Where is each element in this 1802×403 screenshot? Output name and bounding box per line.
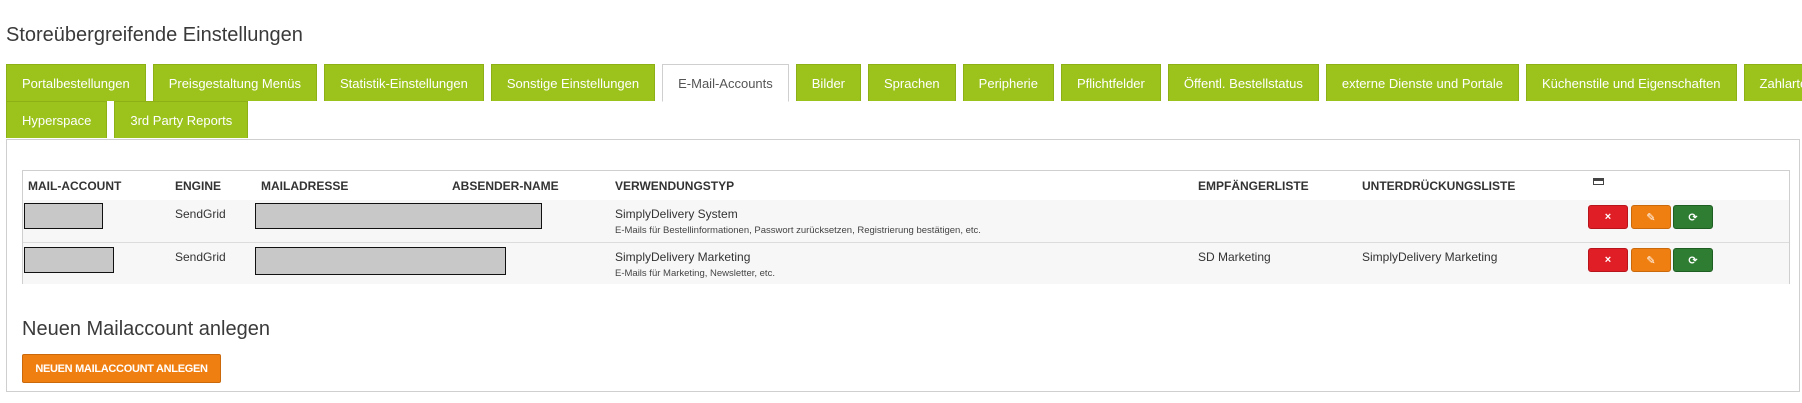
tab-sonstige-einstellungen[interactable]: Sonstige Einstellungen: [490, 64, 656, 101]
col-mail-account: MAIL-ACCOUNT: [28, 179, 122, 193]
mail-account-redacted: [24, 247, 114, 273]
mailadresse-redacted: [255, 203, 542, 229]
settings-tabs: Portalbestellungen Preisgestaltung Menüs…: [6, 64, 1802, 139]
create-section-title: Neuen Mailaccount anlegen: [22, 318, 270, 340]
refresh-icon: ⟳: [1688, 211, 1698, 224]
usage-description: E-Mails für Bestellinformationen, Passwo…: [615, 225, 981, 236]
tab-zahlarten[interactable]: Zahlarten: [1743, 64, 1802, 101]
tab-3rd-party-reports[interactable]: 3rd Party Reports: [114, 101, 249, 138]
tab-row-2: Hyperspace 3rd Party Reports: [6, 101, 1786, 139]
tab-hyperspace[interactable]: Hyperspace: [6, 101, 108, 138]
tab-email-accounts[interactable]: E-Mail-Accounts: [662, 64, 789, 102]
close-icon: ×: [1604, 211, 1612, 223]
col-engine: ENGINE: [175, 179, 222, 193]
engine-value: SendGrid: [175, 250, 226, 264]
tab-externe-dienste[interactable]: externe Dienste und Portale: [1325, 64, 1520, 101]
email-accounts-panel: MAIL-ACCOUNT ENGINE MAILADRESSE ABSENDER…: [6, 139, 1800, 392]
delete-button[interactable]: ×: [1588, 205, 1628, 229]
usage-description: E-Mails für Marketing, Newsletter, etc.: [615, 268, 775, 279]
usage-cell: SimplyDelivery System E-Mails für Bestel…: [615, 207, 981, 236]
recipients-value: SD Marketing: [1198, 250, 1271, 264]
table-header: MAIL-ACCOUNT ENGINE MAILADRESSE ABSENDER…: [23, 171, 1789, 201]
col-empfaengerliste: EMPFÄNGERLISTE: [1198, 179, 1309, 193]
refresh-icon: ⟳: [1688, 254, 1698, 267]
tab-row-1: Portalbestellungen Preisgestaltung Menüs…: [6, 64, 1802, 102]
engine-value: SendGrid: [175, 207, 226, 221]
tab-sprachen[interactable]: Sprachen: [868, 64, 956, 101]
usage-cell: SimplyDelivery Marketing E-Mails für Mar…: [615, 250, 775, 279]
usage-title: SimplyDelivery Marketing: [615, 250, 751, 264]
col-absender-name: ABSENDER-NAME: [452, 179, 559, 193]
table-row: SendGrid SimplyDelivery Marketing E-Mail…: [23, 243, 1789, 284]
tab-peripherie[interactable]: Peripherie: [962, 64, 1054, 101]
edit-button[interactable]: ✎: [1631, 205, 1671, 229]
suppression-value: SimplyDelivery Marketing: [1362, 250, 1498, 264]
table-row: SendGrid SimplyDelivery System E-Mails f…: [23, 200, 1789, 243]
select-all-icon[interactable]: [1593, 178, 1604, 185]
edit-button[interactable]: ✎: [1631, 248, 1671, 272]
mail-accounts-table: MAIL-ACCOUNT ENGINE MAILADRESSE ABSENDER…: [22, 170, 1790, 284]
tab-kuechenstile[interactable]: Küchenstile und Eigenschaften: [1526, 64, 1737, 101]
tab-statistik-einstellungen[interactable]: Statistik-Einstellungen: [323, 64, 484, 101]
tab-pflichtfelder[interactable]: Pflichtfelder: [1060, 64, 1161, 101]
tab-bestellstatus[interactable]: Öffentl. Bestellstatus: [1167, 64, 1319, 101]
tab-bilder[interactable]: Bilder: [795, 64, 862, 101]
col-verwendungstyp: VERWENDUNGSTYP: [615, 179, 735, 193]
page-title: Storeübergreifende Einstellungen: [6, 24, 303, 47]
col-mailadresse: MAILADRESSE: [261, 179, 349, 193]
close-icon: ×: [1604, 254, 1612, 266]
col-unterdrueckungsliste: UNTERDRÜCKUNGSLISTE: [1362, 179, 1516, 193]
pencil-icon: ✎: [1646, 254, 1656, 267]
mail-account-redacted: [24, 203, 103, 229]
pencil-icon: ✎: [1646, 211, 1656, 224]
mailadresse-redacted: [255, 247, 506, 275]
sync-button[interactable]: ⟳: [1673, 205, 1713, 229]
tab-portalbestellungen[interactable]: Portalbestellungen: [6, 64, 146, 101]
delete-button[interactable]: ×: [1588, 248, 1628, 272]
usage-title: SimplyDelivery System: [615, 207, 738, 221]
create-mailaccount-button[interactable]: NEUEN MAILACCOUNT ANLEGEN: [22, 354, 221, 383]
tab-preisgestaltung-menus[interactable]: Preisgestaltung Menüs: [152, 64, 317, 101]
sync-button[interactable]: ⟳: [1673, 248, 1713, 272]
